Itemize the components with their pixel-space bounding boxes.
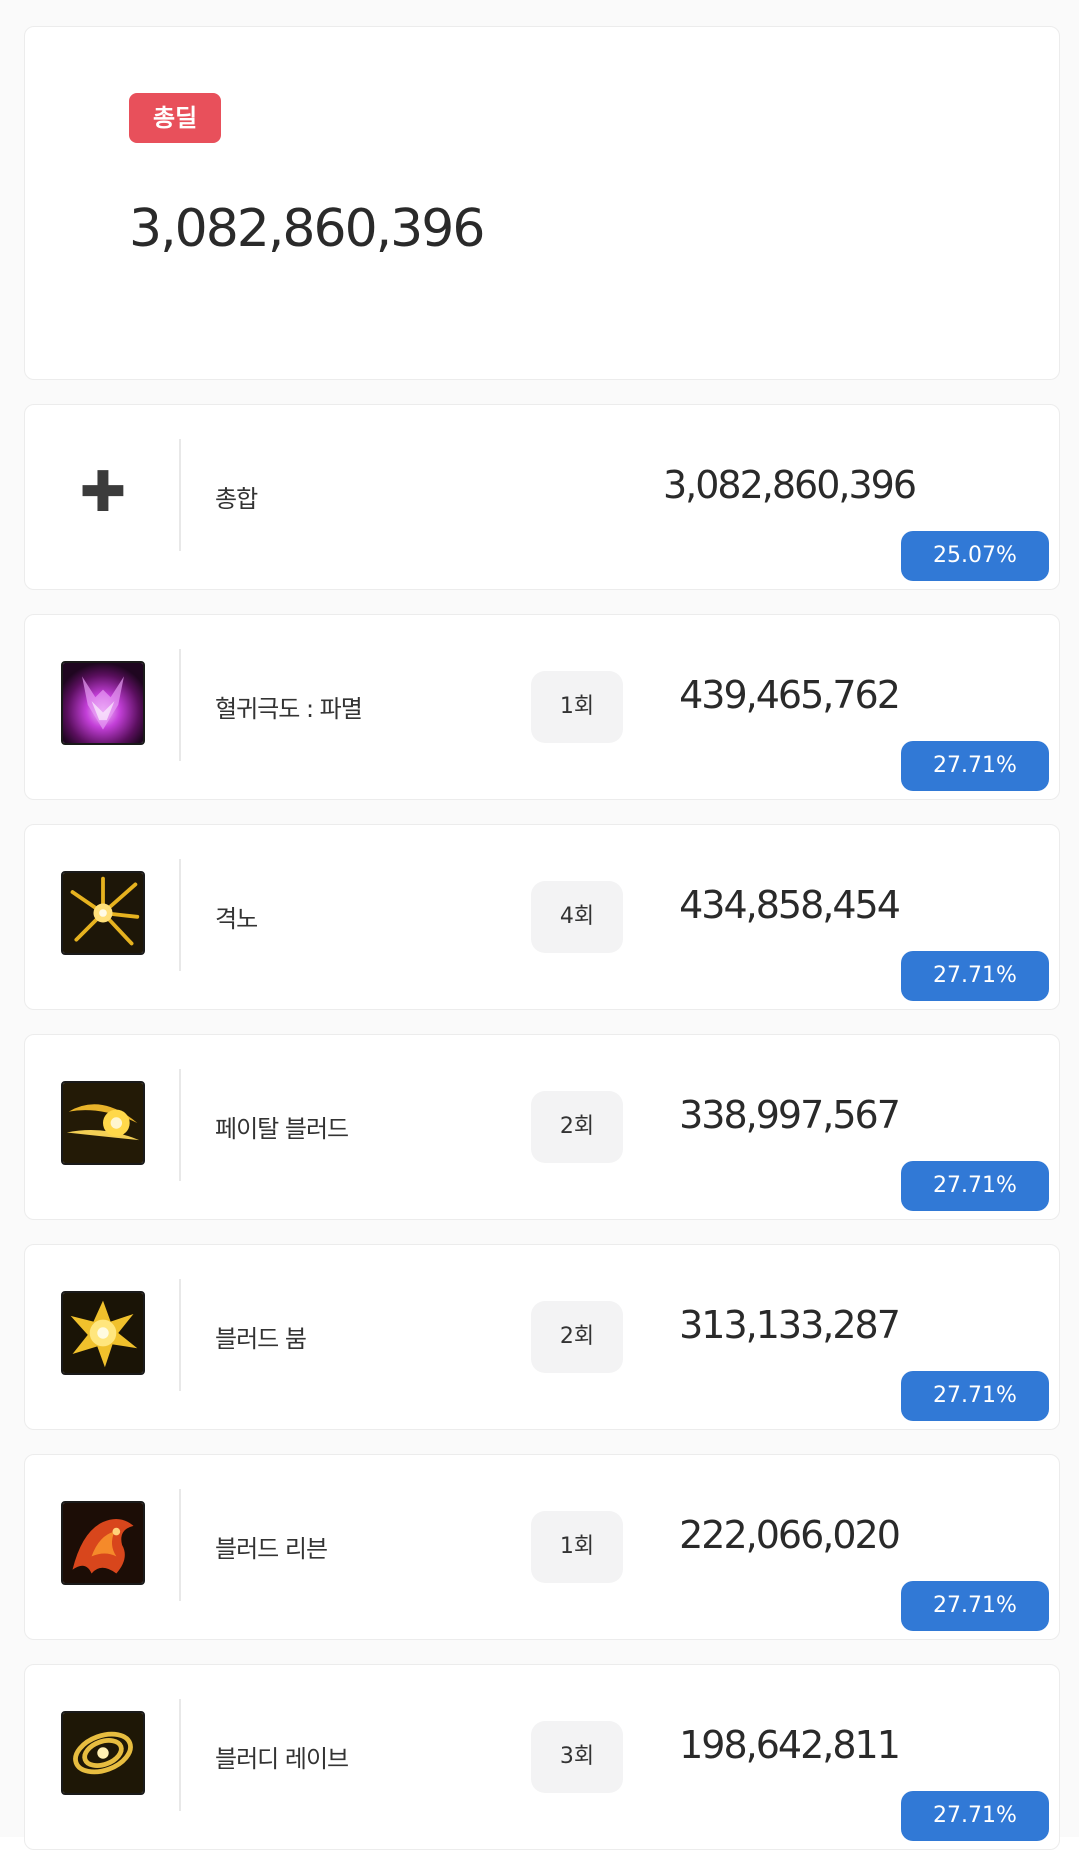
- row-divider: [179, 1069, 181, 1181]
- skill-row[interactable]: 블러디 레이브 3회 198,642,811 27.71%: [24, 1664, 1060, 1850]
- skill-damage: 198,642,811: [679, 1723, 901, 1767]
- total-row-label: 총합: [215, 485, 258, 513]
- skill-icon-cell: [61, 1081, 145, 1165]
- row-divider: [179, 1489, 181, 1601]
- skill-row[interactable]: 격노 4회 434,858,454 27.71%: [24, 824, 1060, 1010]
- skill-row[interactable]: 페이탈 블러드 2회 338,997,567 27.71%: [24, 1034, 1060, 1220]
- row-divider: [179, 649, 181, 761]
- skill-name: 블러드 리븐: [215, 1535, 328, 1563]
- hit-count-badge: 1회: [531, 671, 623, 743]
- skill-name: 혈귀극도 : 파멸: [215, 695, 363, 723]
- skill-row[interactable]: 블러드 리븐 1회 222,066,020 27.71%: [24, 1454, 1060, 1640]
- total-row-percent-badge: 25.07%: [901, 531, 1049, 581]
- skill-icon-fire-beast: [61, 1501, 145, 1585]
- hit-count-badge: 4회: [531, 881, 623, 953]
- skill-name: 페이탈 블러드: [215, 1115, 349, 1143]
- damage-breakdown-page: 총딜 3,082,860,396 ✚ 총합 3,082,860,396 25.0…: [0, 0, 1079, 1850]
- skill-icon-golden-explosion: [61, 1291, 145, 1375]
- skill-damage: 434,858,454: [679, 883, 901, 927]
- hit-count-badge: 1회: [531, 1511, 623, 1583]
- skill-icon-crimson-dragon: [61, 661, 145, 745]
- skill-percent-badge: 27.71%: [901, 741, 1049, 791]
- hit-count-badge: 2회: [531, 1091, 623, 1163]
- skill-icon-cell: [61, 1501, 145, 1585]
- total-damage-card: 총딜 3,082,860,396: [24, 26, 1060, 380]
- total-damage-badge: 총딜: [129, 93, 222, 143]
- skill-icon-cell: [61, 871, 145, 955]
- skill-damage: 439,465,762: [679, 673, 901, 717]
- skill-icon-lightning-burst: [61, 871, 145, 955]
- total-row-damage: 3,082,860,396: [662, 463, 917, 507]
- total-damage-value: 3,082,860,396: [129, 199, 485, 259]
- row-divider: [179, 1699, 181, 1811]
- skill-percent-badge: 27.71%: [901, 1581, 1049, 1631]
- skill-name: 블러디 레이브: [215, 1745, 349, 1773]
- skill-icon-golden-spiral: [61, 1711, 145, 1795]
- skill-damage: 313,133,287: [679, 1303, 901, 1347]
- row-divider: [179, 859, 181, 971]
- row-divider: [179, 1279, 181, 1391]
- skill-percent-badge: 27.71%: [901, 951, 1049, 1001]
- skill-icon-cell: [61, 661, 145, 745]
- skill-damage: 338,997,567: [679, 1093, 901, 1137]
- skill-row[interactable]: 혈귀극도 : 파멸 1회 439,465,762 27.71%: [24, 614, 1060, 800]
- hit-count-badge: 2회: [531, 1301, 623, 1373]
- skill-percent-badge: 27.71%: [901, 1791, 1049, 1841]
- skill-icon-golden-slash: [61, 1081, 145, 1165]
- skill-name: 블러드 붐: [215, 1325, 307, 1353]
- plus-icon: ✚: [79, 460, 127, 525]
- skill-icon-cell: [61, 1711, 145, 1795]
- hit-count-badge: 3회: [531, 1721, 623, 1793]
- row-divider: [179, 439, 181, 551]
- skill-row[interactable]: 블러드 붐 2회 313,133,287 27.71%: [24, 1244, 1060, 1430]
- skill-damage: 222,066,020: [679, 1513, 901, 1557]
- skill-percent-badge: 27.71%: [901, 1161, 1049, 1211]
- skill-icon-cell: [61, 1291, 145, 1375]
- skill-name: 격노: [215, 905, 258, 933]
- total-row[interactable]: ✚ 총합 3,082,860,396 25.07%: [24, 404, 1060, 590]
- skill-percent-badge: 27.71%: [901, 1371, 1049, 1421]
